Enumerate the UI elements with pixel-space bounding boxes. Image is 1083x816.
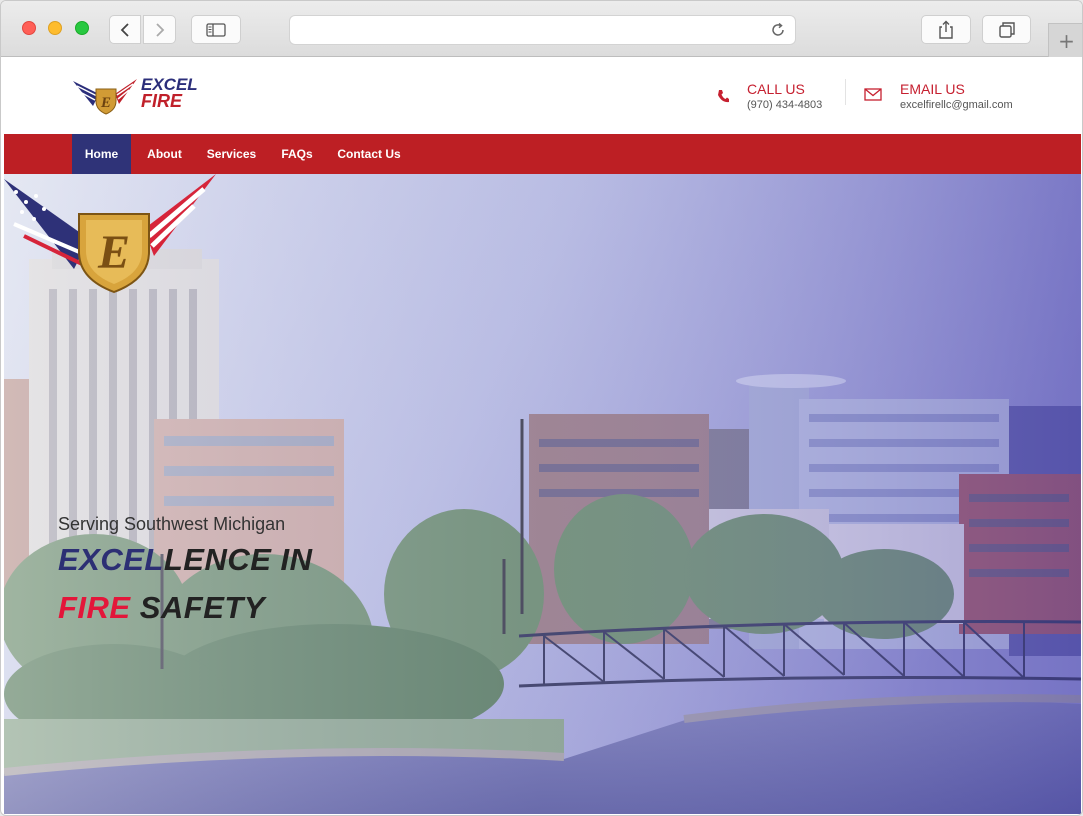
site-logo[interactable]: E EXCEL FIRE <box>71 76 203 116</box>
envelope-icon <box>864 88 882 101</box>
eagle-shield-icon: E <box>73 79 137 115</box>
hero-tagline: Serving Southwest Michigan <box>58 514 286 534</box>
headline-lence-in: LENCE IN <box>163 542 313 577</box>
nav-item-about[interactable]: About <box>142 134 187 174</box>
svg-text:E: E <box>100 95 111 111</box>
phone-number[interactable]: (970) 434-4803 <box>747 99 822 111</box>
reload-icon[interactable] <box>769 21 787 39</box>
share-button[interactable] <box>921 15 971 44</box>
headline-excel: EXCEL <box>58 542 164 577</box>
browser-toolbar: + <box>1 1 1082 57</box>
nav-item-services[interactable]: Services <box>204 134 259 174</box>
logo-wordmark: EXCEL FIRE <box>141 76 198 110</box>
address-bar[interactable] <box>289 15 796 45</box>
email-address[interactable]: excelfirellc@gmail.com <box>900 99 1013 111</box>
chevron-left-icon <box>120 22 129 37</box>
sidebar-icon <box>206 22 226 37</box>
share-icon <box>939 20 953 39</box>
hero-eagle-shield-icon: E <box>4 174 216 294</box>
zoom-window-button[interactable] <box>75 21 89 35</box>
nav-item-faqs[interactable]: FAQs <box>277 134 317 174</box>
minimize-window-button[interactable] <box>48 21 62 35</box>
headline-fire: FIRE <box>58 590 131 625</box>
hero-headline-line1: EXCELLENCE IN <box>58 542 313 578</box>
header-divider <box>845 79 846 105</box>
browser-window: + E EXCEL FIRE CALL US (970) 434-4803 EM… <box>0 0 1083 816</box>
new-tab-button[interactable]: + <box>1048 23 1082 57</box>
hero-logo-letter: E <box>97 226 130 279</box>
close-window-button[interactable] <box>22 21 36 35</box>
email-us-title: EMAIL US <box>900 81 965 97</box>
main-navigation: Home About Services FAQs Contact Us <box>4 134 1081 174</box>
nav-item-contact-us[interactable]: Contact Us <box>334 134 404 174</box>
chevron-right-icon <box>155 22 164 37</box>
tabs-icon <box>998 21 1015 38</box>
forward-button[interactable] <box>143 15 176 44</box>
tab-overview-button[interactable] <box>982 15 1031 44</box>
sidebar-toggle-button[interactable] <box>191 15 241 44</box>
site-header: E EXCEL FIRE CALL US (970) 434-4803 EMAI… <box>4 57 1081 134</box>
call-us-block[interactable]: CALL US (970) 434-4803 <box>717 79 837 113</box>
email-us-block[interactable]: EMAIL US excelfirellc@gmail.com <box>864 79 1034 113</box>
call-us-title: CALL US <box>747 81 805 97</box>
headline-safety: SAFETY <box>130 590 266 625</box>
hero-banner: E Serving Southwest Michigan EXCELLENCE … <box>4 174 1081 814</box>
logo-line2: FIRE <box>141 91 183 111</box>
hero-headline-line2: FIRE SAFETY <box>58 590 265 626</box>
nav-item-home[interactable]: Home <box>72 134 131 174</box>
phone-icon <box>718 90 729 103</box>
back-button[interactable] <box>109 15 141 44</box>
